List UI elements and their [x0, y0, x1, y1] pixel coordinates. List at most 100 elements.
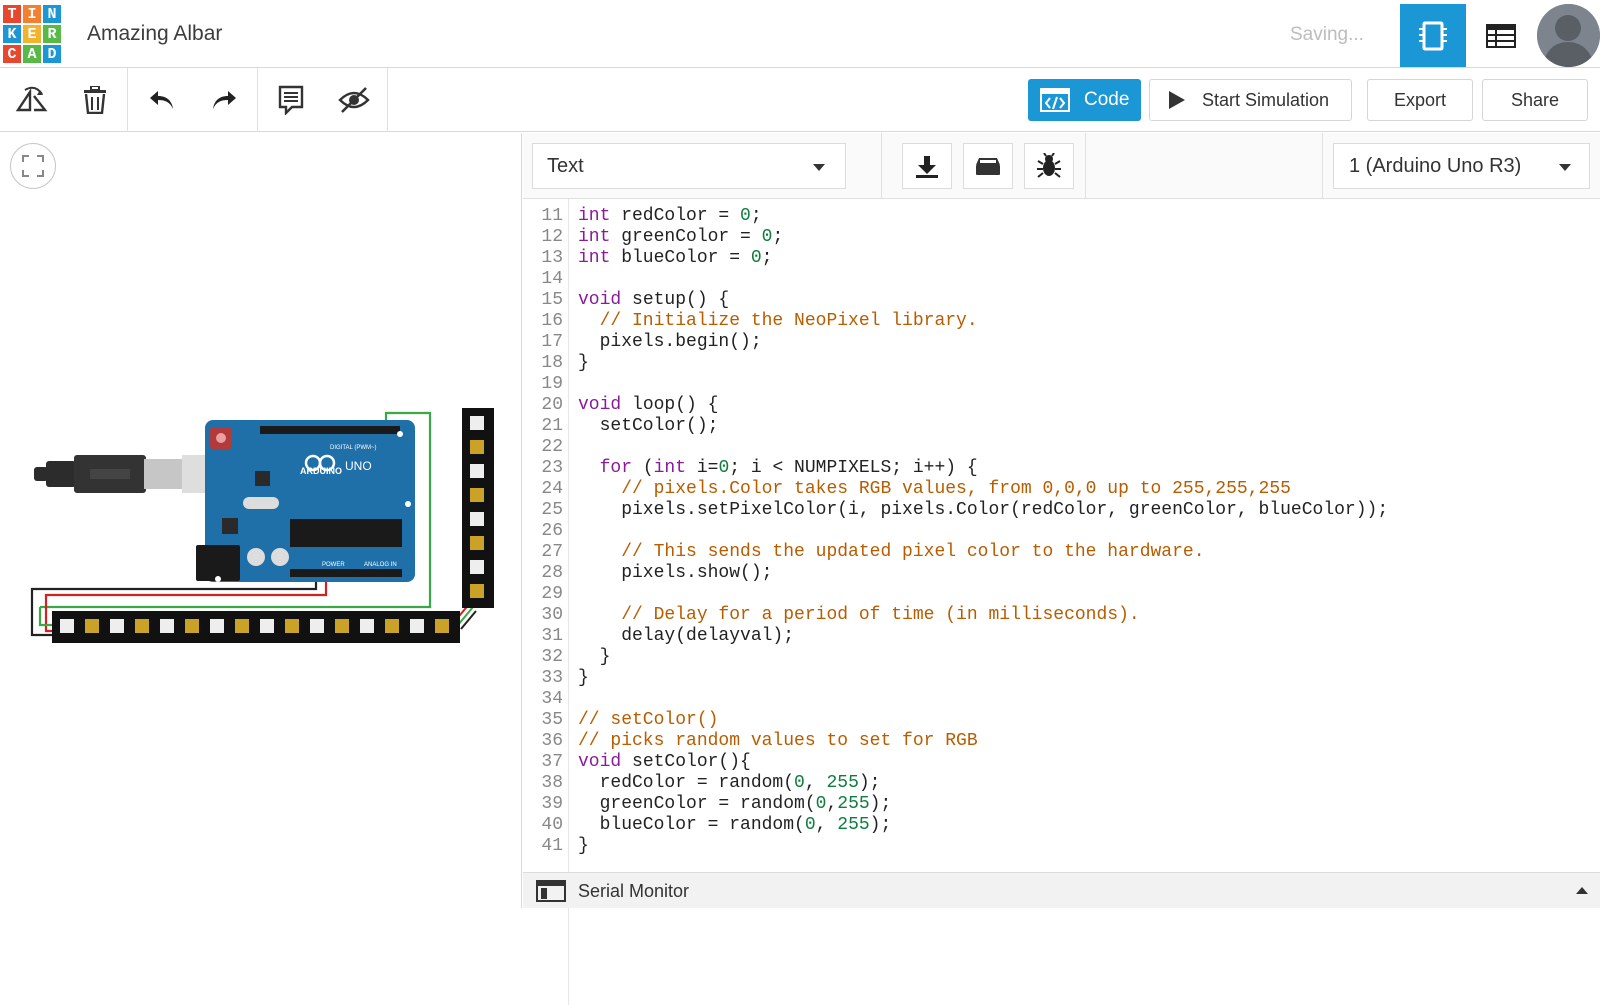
code-line[interactable]: 12 int greenColor = 0; [523, 227, 1600, 248]
line-code: } [578, 647, 611, 667]
line-code: void setColor(){ [578, 752, 751, 772]
neopixel-led [470, 560, 484, 574]
code-line[interactable]: 33} [523, 668, 1600, 689]
code-line[interactable]: 22 [523, 437, 1600, 458]
code-line[interactable]: 31 delay(delayval); [523, 626, 1600, 647]
serial-monitor-bar[interactable]: Serial Monitor [523, 872, 1600, 908]
editor-toolbar: Code Start Simulation Export Share [0, 68, 1600, 132]
user-avatar-icon [1537, 4, 1600, 67]
code-line[interactable]: 29 [523, 584, 1600, 605]
code-line[interactable]: 21 setColor(); [523, 416, 1600, 437]
serial-monitor-label: Serial Monitor [578, 881, 690, 901]
toggle-notes-visibility-button[interactable] [334, 80, 374, 120]
delete-button[interactable] [75, 80, 115, 120]
line-code: greenColor = random(0,255); [578, 794, 892, 814]
code-line[interactable]: 25 pixels.setPixelColor(i, pixels.Color(… [523, 500, 1600, 521]
code-line[interactable]: 15 void setup() { [523, 290, 1600, 311]
logo-letter: C [3, 45, 21, 63]
code-line[interactable]: 14 [523, 269, 1600, 290]
line-number: 14 [541, 269, 563, 289]
code-header-divider [1322, 133, 1323, 199]
code-line[interactable]: 37 void setColor(){ [523, 752, 1600, 773]
chevron-down-icon [1559, 164, 1571, 171]
notes-icon [278, 85, 304, 115]
code-line[interactable]: 30 // Delay for a period of time (in mil… [523, 605, 1600, 626]
code-header-divider [881, 133, 882, 199]
code-line[interactable]: 26 [523, 521, 1600, 542]
code-line[interactable]: 23 for (int i=0; i < NUMPIXELS; i++) { [523, 458, 1600, 479]
code-line[interactable]: 13 int blueColor = 0; [523, 248, 1600, 269]
logo-letter: N [43, 5, 61, 23]
share-button[interactable]: Share [1482, 79, 1588, 121]
code-line[interactable]: 39 greenColor = random(0,255); [523, 794, 1600, 815]
code-line[interactable]: 19 [523, 374, 1600, 395]
code-line[interactable]: 34 [523, 689, 1600, 710]
code-line[interactable]: 16 // Initialize the NeoPixel library. [523, 311, 1600, 332]
undo-icon [150, 91, 173, 109]
code-line[interactable]: 28 pixels.show(); [523, 563, 1600, 584]
line-code: // This sends the updated pixel color to… [578, 542, 1205, 562]
circuit-view-button[interactable] [1400, 4, 1466, 67]
line-code: } [578, 668, 589, 688]
chevron-up-icon[interactable] [1576, 887, 1588, 894]
serial-monitor-icon [536, 880, 566, 902]
code-line[interactable]: 36 // picks random values to set for RGB [523, 731, 1600, 752]
code-line[interactable]: 27 // This sends the updated pixel color… [523, 542, 1600, 563]
code-line[interactable]: 20 void loop() { [523, 395, 1600, 416]
tinkercad-logo[interactable]: TIN KER CAD [3, 5, 61, 63]
code-line[interactable]: 40 blueColor = random(0, 255); [523, 815, 1600, 836]
neopixel-led [470, 464, 484, 478]
line-number: 27 [541, 542, 563, 562]
logo-letter: K [3, 25, 21, 43]
code-line[interactable]: 32 } [523, 647, 1600, 668]
download-code-button[interactable] [902, 143, 952, 189]
notes-button[interactable] [271, 80, 311, 120]
line-number: 29 [541, 584, 563, 604]
redo-button[interactable] [204, 80, 244, 120]
neopixel-led [410, 619, 424, 633]
line-number: 35 [541, 710, 563, 730]
components-list-button[interactable] [1468, 4, 1534, 67]
code-mode-dropdown[interactable]: Text [532, 143, 846, 189]
user-avatar[interactable] [1537, 4, 1600, 67]
circuit-canvas[interactable]: ARDUINO UNO DIGITAL (PWM~) POWER ANALOG … [0, 133, 522, 908]
code-line[interactable]: 38 redColor = random(0, 255); [523, 773, 1600, 794]
code-header-divider [1085, 133, 1086, 199]
line-number: 18 [541, 353, 563, 373]
line-code: pixels.begin(); [578, 332, 762, 352]
neopixel-strip-vertical [462, 408, 494, 608]
neopixel-led [135, 619, 149, 633]
start-simulation-button[interactable]: Start Simulation [1149, 79, 1352, 121]
line-number: 16 [541, 311, 563, 331]
project-title[interactable]: Amazing Albar [87, 22, 222, 46]
code-button[interactable]: Code [1028, 79, 1141, 121]
code-line[interactable]: 18} [523, 353, 1600, 374]
line-number: 40 [541, 815, 563, 835]
line-number: 26 [541, 521, 563, 541]
code-line[interactable]: 17 pixels.begin(); [523, 332, 1600, 353]
code-button-label: Code [1084, 89, 1130, 110]
board-select-dropdown[interactable]: 1 (Arduino Uno R3) [1333, 143, 1590, 189]
rotate-button[interactable] [12, 80, 52, 120]
neopixel-led [235, 619, 249, 633]
neopixel-led [85, 619, 99, 633]
line-code: // pixels.Color takes RGB values, from 0… [578, 479, 1291, 499]
code-line[interactable]: 11 int redColor = 0; [523, 206, 1600, 227]
line-code: delay(delayval); [578, 626, 795, 646]
code-line[interactable]: 41} [523, 836, 1600, 857]
library-button[interactable] [963, 143, 1013, 189]
code-line[interactable]: 35 // setColor() [523, 710, 1600, 731]
fit-view-button[interactable] [10, 143, 56, 189]
export-button[interactable]: Export [1367, 79, 1473, 121]
code-editor-icon [1040, 88, 1070, 112]
circuit-drawing[interactable]: ARDUINO UNO DIGITAL (PWM~) POWER ANALOG … [0, 133, 522, 908]
logo-letter: I [23, 5, 41, 23]
toolbar-divider [127, 68, 128, 132]
code-line[interactable]: 24 // pixels.Color takes RGB values, fro… [523, 479, 1600, 500]
line-number: 36 [541, 731, 563, 751]
line-number: 31 [541, 626, 563, 646]
undo-button[interactable] [142, 80, 182, 120]
neopixel-led [210, 619, 224, 633]
circuit-board-icon [1419, 21, 1447, 50]
debugger-button[interactable] [1024, 143, 1074, 189]
